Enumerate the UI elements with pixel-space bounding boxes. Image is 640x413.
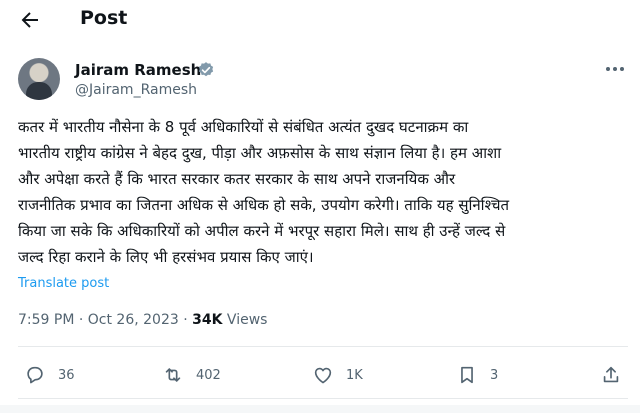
more-icon[interactable] [604, 62, 626, 76]
author-name[interactable]: Jairam Ramesh [75, 61, 201, 79]
divider [18, 346, 628, 347]
views-label: Views [222, 312, 268, 328]
arrow-left-icon[interactable] [18, 8, 42, 32]
post-timestamp[interactable]: 7:59 PM · Oct 26, 2023 · [18, 312, 192, 328]
bottom-strip [0, 405, 640, 413]
verified-badge-icon [198, 62, 214, 77]
post-text: कतर में भारतीय नौसेना के 8 पूर्व अधिकारि… [18, 118, 510, 266]
bookmark-icon [461, 366, 473, 384]
share-icon [603, 366, 619, 383]
reply-icon [27, 366, 43, 384]
bookmark-button[interactable]: 3 [456, 362, 498, 388]
bookmark-count: 3 [490, 367, 499, 383]
like-count: 1K [346, 367, 363, 383]
translate-post-link[interactable]: Translate post [18, 276, 109, 291]
repost-icon [165, 368, 181, 382]
like-button[interactable]: 1K [312, 362, 363, 388]
top-bar: Post [0, 0, 640, 40]
heart-icon [314, 367, 332, 384]
share-button[interactable] [600, 362, 622, 388]
action-bar: 36 402 1K 3 [0, 362, 640, 388]
post-meta: 7:59 PM · Oct 26, 2023 · 34K Views [18, 312, 267, 328]
repost-button[interactable]: 402 [162, 362, 221, 388]
repost-count: 402 [196, 367, 221, 383]
author-handle[interactable]: @Jairam_Ramesh [75, 82, 197, 98]
views-count: 34K [192, 312, 223, 328]
avatar[interactable] [18, 58, 60, 100]
page-title: Post [80, 7, 128, 29]
reply-count: 36 [58, 367, 75, 383]
reply-button[interactable]: 36 [24, 362, 75, 388]
divider [18, 398, 628, 399]
